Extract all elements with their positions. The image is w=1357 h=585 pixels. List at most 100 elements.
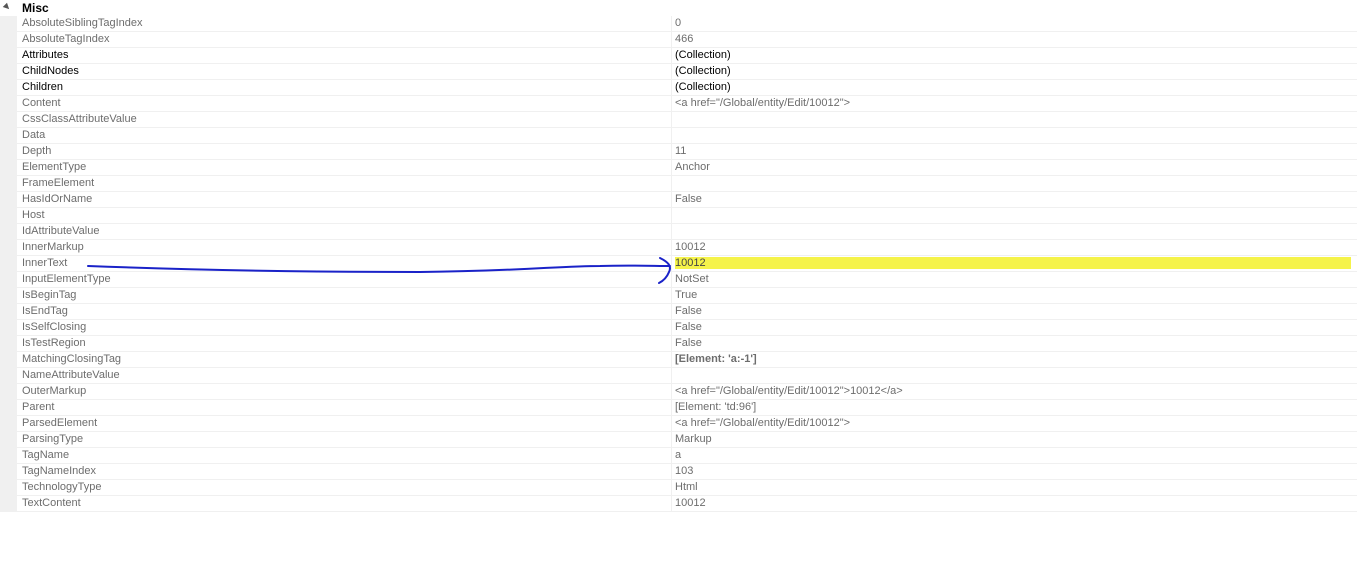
property-row-depth[interactable]: Depth 11	[0, 144, 1357, 160]
category-header-misc[interactable]: Misc	[0, 0, 1357, 16]
property-value[interactable]: 10012	[675, 241, 1345, 253]
property-value[interactable]: Html	[675, 481, 1345, 493]
property-row-parsingtype[interactable]: ParsingType Markup	[0, 432, 1357, 448]
column-divider[interactable]	[671, 16, 672, 32]
property-value[interactable]: (Collection)	[675, 65, 1345, 77]
row-gutter	[0, 64, 17, 80]
property-row-parsedelement[interactable]: ParsedElement <a href="/Global/entity/Edi…	[0, 416, 1357, 432]
column-divider[interactable]	[671, 432, 672, 448]
property-row-tagname[interactable]: TagName a	[0, 448, 1357, 464]
property-value[interactable]: 466	[675, 33, 1345, 45]
property-value[interactable]: 10012	[675, 257, 1351, 269]
row-gutter	[0, 32, 17, 48]
property-row-innertext[interactable]: InnerText 10012	[0, 256, 1357, 272]
property-value[interactable]: False	[675, 337, 1345, 349]
property-name: Children	[22, 81, 63, 93]
row-gutter	[0, 144, 17, 160]
property-row-frameelement[interactable]: FrameElement	[0, 176, 1357, 192]
property-value[interactable]: True	[675, 289, 1345, 301]
property-name: Attributes	[22, 49, 69, 61]
property-value[interactable]: a	[675, 449, 1345, 461]
property-row-isendtag[interactable]: IsEndTag False	[0, 304, 1357, 320]
column-divider[interactable]	[671, 400, 672, 416]
property-row-innermarkup[interactable]: InnerMarkup 10012	[0, 240, 1357, 256]
property-row-absolutesiblingtagindex[interactable]: AbsoluteSiblingTagIndex 0	[0, 16, 1357, 32]
property-value[interactable]: (Collection)	[675, 81, 1345, 93]
column-divider[interactable]	[671, 32, 672, 48]
property-value[interactable]: Anchor	[675, 161, 1345, 173]
property-name: ParsingType	[22, 433, 84, 445]
property-row-parent[interactable]: Parent [Element: 'td:96']	[0, 400, 1357, 416]
column-divider[interactable]	[671, 96, 672, 112]
property-value[interactable]: (Collection)	[675, 49, 1345, 61]
collapse-triangle-icon[interactable]	[2, 2, 12, 12]
property-row-istestregion[interactable]: IsTestRegion False	[0, 336, 1357, 352]
property-row-attributes[interactable]: Attributes (Collection)	[0, 48, 1357, 64]
property-value[interactable]: False	[675, 321, 1345, 333]
column-divider[interactable]	[671, 256, 672, 272]
property-row-children[interactable]: Children (Collection)	[0, 80, 1357, 96]
column-divider[interactable]	[671, 240, 672, 256]
property-value[interactable]: False	[675, 305, 1345, 317]
column-divider[interactable]	[671, 368, 672, 384]
property-row-inputelementtype[interactable]: InputElementType NotSet	[0, 272, 1357, 288]
property-row-tagnameindex[interactable]: TagNameIndex 103	[0, 464, 1357, 480]
property-row-elementtype[interactable]: ElementType Anchor	[0, 160, 1357, 176]
property-value[interactable]: [Element: 'td:96']	[675, 401, 1345, 413]
column-divider[interactable]	[671, 448, 672, 464]
column-divider[interactable]	[671, 352, 672, 368]
property-value[interactable]: <a href="/Global/entity/Edit/10012">1001…	[675, 385, 1345, 397]
column-divider[interactable]	[671, 336, 672, 352]
property-row-isbegintag[interactable]: IsBeginTag True	[0, 288, 1357, 304]
property-row-textcontent[interactable]: TextContent 10012	[0, 496, 1357, 512]
column-divider[interactable]	[671, 496, 672, 512]
column-divider[interactable]	[671, 80, 672, 96]
property-value[interactable]: <a href="/Global/entity/Edit/10012">	[675, 417, 1345, 429]
property-row-nameattributevalue[interactable]: NameAttributeValue	[0, 368, 1357, 384]
property-row-outermarkup[interactable]: OuterMarkup <a href="/Global/entity/Edit/…	[0, 384, 1357, 400]
property-row-cssclassattributevalue[interactable]: CssClassAttributeValue	[0, 112, 1357, 128]
column-divider[interactable]	[671, 112, 672, 128]
property-row-hasidorname[interactable]: HasIdOrName False	[0, 192, 1357, 208]
column-divider[interactable]	[671, 272, 672, 288]
property-value[interactable]: 0	[675, 17, 1345, 29]
property-value[interactable]: [Element: 'a:-1']	[675, 353, 1345, 365]
property-row-childnodes[interactable]: ChildNodes (Collection)	[0, 64, 1357, 80]
column-divider[interactable]	[671, 304, 672, 320]
column-divider[interactable]	[671, 320, 672, 336]
property-name: TextContent	[22, 497, 81, 509]
column-divider[interactable]	[671, 144, 672, 160]
column-divider[interactable]	[671, 64, 672, 80]
column-divider[interactable]	[671, 480, 672, 496]
column-divider[interactable]	[671, 224, 672, 240]
property-value[interactable]: NotSet	[675, 273, 1345, 285]
column-divider[interactable]	[671, 128, 672, 144]
property-row-content[interactable]: Content <a href="/Global/entity/Edit/1001…	[0, 96, 1357, 112]
property-value[interactable]: <a href="/Global/entity/Edit/10012">	[675, 97, 1345, 109]
property-row-isselfclosing[interactable]: IsSelfClosing False	[0, 320, 1357, 336]
column-divider[interactable]	[671, 464, 672, 480]
column-divider[interactable]	[671, 48, 672, 64]
column-divider[interactable]	[671, 208, 672, 224]
property-name: AbsoluteSiblingTagIndex	[22, 17, 143, 29]
property-row-data[interactable]: Data	[0, 128, 1357, 144]
property-row-host[interactable]: Host	[0, 208, 1357, 224]
column-divider[interactable]	[671, 416, 672, 432]
column-divider[interactable]	[671, 160, 672, 176]
property-value[interactable]: 11	[675, 145, 1345, 157]
property-row-idattributevalue[interactable]: IdAttributeValue	[0, 224, 1357, 240]
property-row-absolutetagindex[interactable]: AbsoluteTagIndex 466	[0, 32, 1357, 48]
property-row-matchingclosingtag[interactable]: MatchingClosingTag [Element: 'a:-1']	[0, 352, 1357, 368]
column-divider[interactable]	[671, 192, 672, 208]
property-value[interactable]: False	[675, 193, 1345, 205]
column-divider[interactable]	[671, 288, 672, 304]
row-gutter	[0, 192, 17, 208]
row-gutter	[0, 496, 17, 512]
property-value[interactable]: Markup	[675, 433, 1345, 445]
column-divider[interactable]	[671, 384, 672, 400]
property-value[interactable]: 103	[675, 465, 1345, 477]
property-value[interactable]: 10012	[675, 497, 1345, 509]
column-divider[interactable]	[671, 176, 672, 192]
property-row-technologytype[interactable]: TechnologyType Html	[0, 480, 1357, 496]
category-label: Misc	[22, 1, 49, 15]
